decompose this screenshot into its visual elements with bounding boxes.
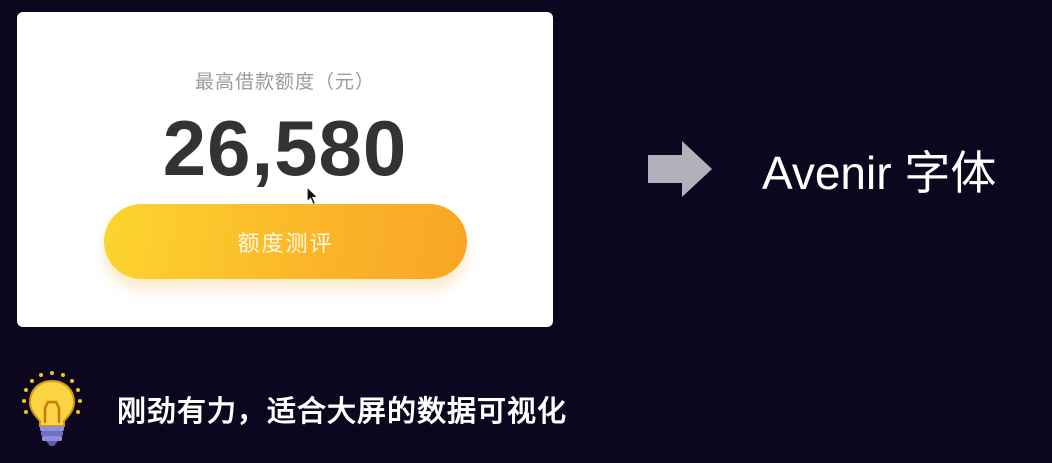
credit-limit-card: 最高借款额度（元） 26,580 额度测评 xyxy=(17,12,553,327)
mouse-cursor-icon xyxy=(306,186,320,206)
credit-evaluation-button[interactable]: 额度测评 xyxy=(104,204,467,279)
credit-evaluation-button-label: 额度测评 xyxy=(237,231,334,257)
lightbulb-icon xyxy=(22,371,82,446)
credit-limit-amount: 26,580 xyxy=(162,104,408,192)
credit-limit-label: 最高借款额度（元） xyxy=(194,71,375,93)
tip-text: 刚劲有力，适合大屏的数据可视化 xyxy=(117,394,568,428)
right-arrow-icon xyxy=(648,141,712,197)
font-name-title: Avenir 字体 xyxy=(762,147,997,199)
